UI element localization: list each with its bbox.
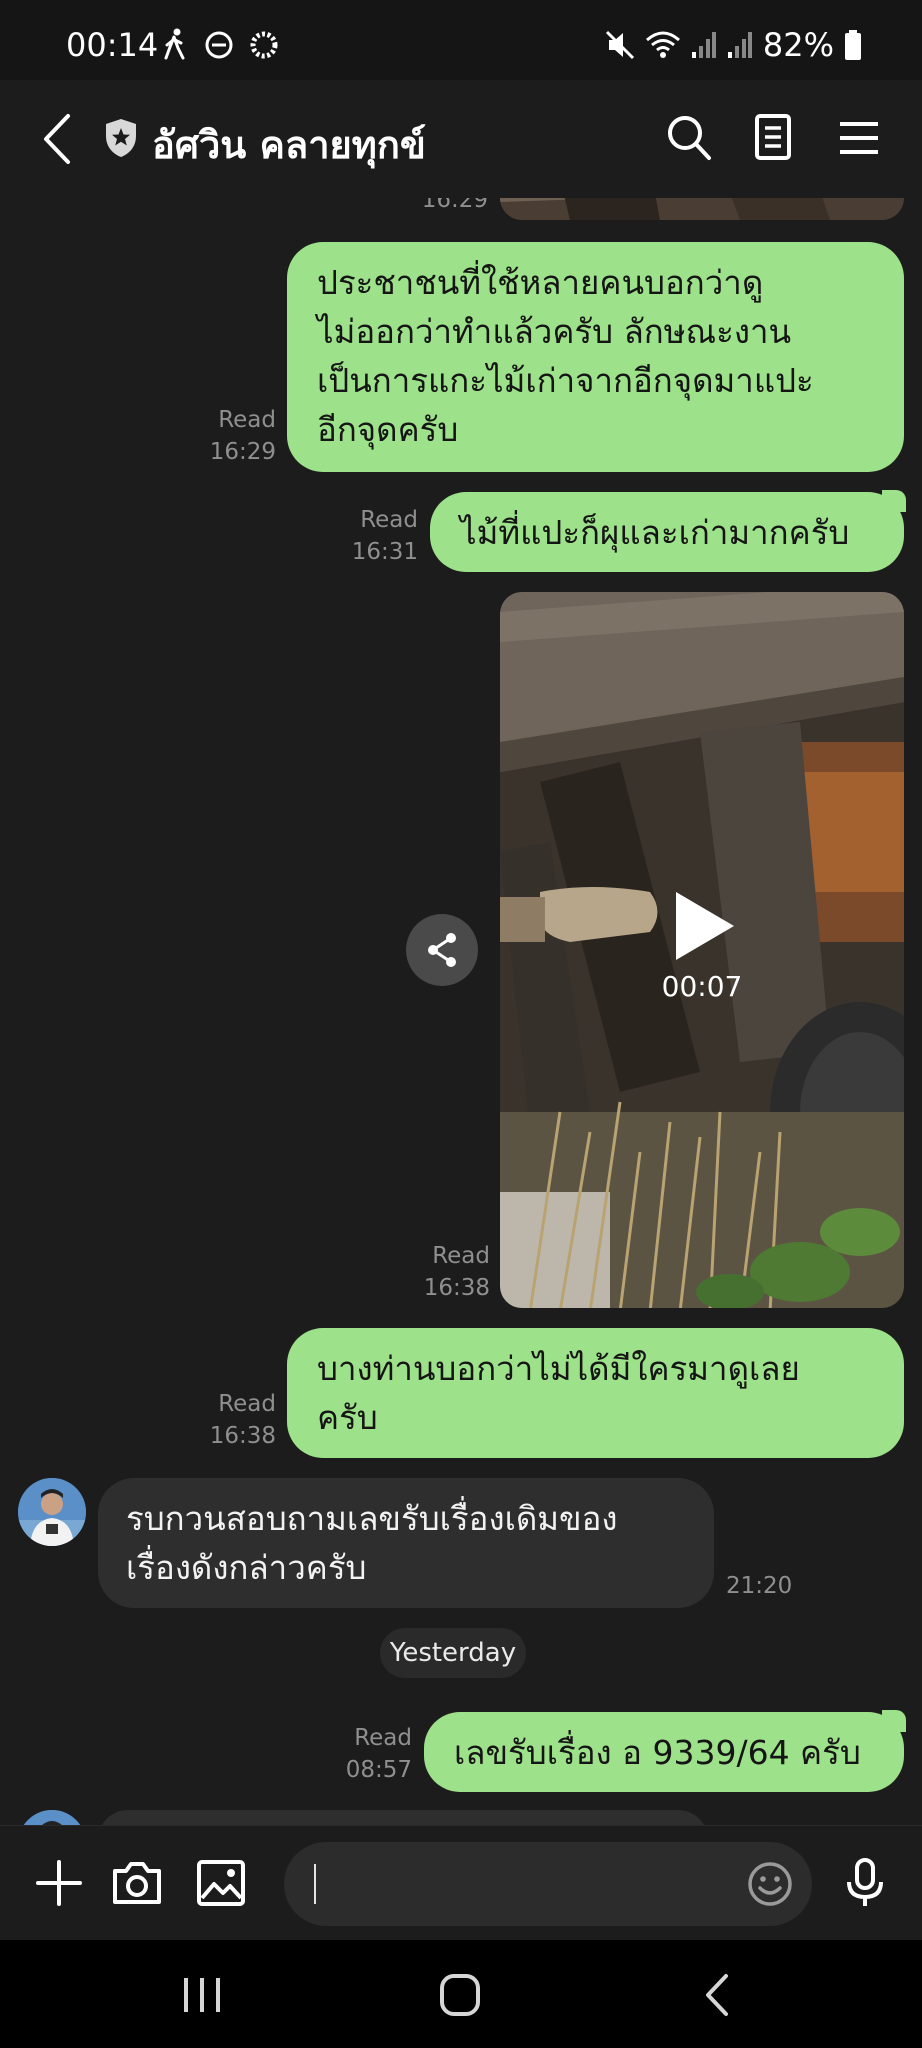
- message-time: 08:57: [345, 1757, 412, 1783]
- search-icon[interactable]: [664, 112, 714, 164]
- chat-area[interactable]: 16:29 ประชาชนที่ใช้หลายคนบอกว่าดู ไม่ออก…: [0, 198, 922, 1825]
- message-input[interactable]: [284, 1842, 812, 1926]
- message-meta: Read 08:57: [312, 1722, 412, 1786]
- emoji-icon[interactable]: [746, 1860, 794, 1908]
- signal-icon: [691, 32, 716, 58]
- message-meta: Read 16:31: [318, 504, 418, 568]
- chat-screen: 00:14 82% อัศวิน คลายทุกข์ 16:29 ประชาชน…: [0, 0, 922, 2048]
- date-separator: Yesterday: [380, 1628, 526, 1678]
- message-bubble-outgoing[interactable]: บางท่านบอกว่าไม่ได้มีใครมาดูเลย ครับ: [287, 1328, 904, 1458]
- message-meta: Read 16:38: [390, 1240, 490, 1304]
- partial-image-above[interactable]: [500, 198, 904, 220]
- read-status: Read: [218, 407, 276, 433]
- do-not-disturb-icon: [205, 31, 233, 59]
- read-status: Read: [354, 1725, 412, 1751]
- read-status: Read: [432, 1243, 490, 1269]
- message-line: เรื่องดังกล่าวครับ: [126, 1548, 367, 1587]
- message-time: 16:38: [423, 1275, 490, 1301]
- message-meta: 21:20: [726, 1570, 826, 1602]
- notes-icon[interactable]: [748, 112, 798, 164]
- avatar-image: [18, 1478, 86, 1546]
- status-left-icons: [160, 28, 280, 62]
- read-status: Read: [360, 507, 418, 533]
- message-time: 16:29: [209, 439, 276, 465]
- message-line: เลขรับเรื่อง อ 9339/64 ครับ: [454, 1733, 861, 1772]
- input-bar: [0, 1825, 922, 1940]
- message-bubble-outgoing[interactable]: ไม้ที่แปะก็ผุและเก่ามากครับ: [430, 490, 906, 572]
- avatar[interactable]: [18, 1478, 86, 1546]
- message-bubble-outgoing[interactable]: เลขรับเรื่อง อ 9339/64 ครับ: [424, 1710, 906, 1792]
- message-meta: Read 16:38: [176, 1388, 276, 1452]
- chat-header: อัศวิน คลายทุกข์: [0, 80, 922, 198]
- sync-icon: [250, 31, 278, 59]
- battery-percent: 82%: [762, 26, 834, 64]
- wifi-icon: [645, 31, 680, 58]
- message-line: เป็นการแกะไม้เก่าจากอีกจุดมาแปะ: [317, 361, 814, 400]
- message-line: รบกวนสอบถามเลขรับเรื่องเดิมของ: [126, 1499, 618, 1538]
- message-line: ครับ: [317, 1398, 378, 1437]
- message-time: 21:20: [726, 1573, 793, 1599]
- system-nav-bar: [0, 1940, 922, 2048]
- shield-icon: [106, 119, 136, 157]
- message-line: ไม่ออกว่าทำแล้วครับ ลักษณะงาน: [317, 312, 792, 351]
- plus-icon[interactable]: [32, 1856, 86, 1910]
- message-time: 16:38: [209, 1423, 276, 1449]
- play-icon[interactable]: [672, 890, 736, 962]
- battery-icon: [845, 30, 861, 60]
- partial-message-bubble-incoming[interactable]: [98, 1810, 708, 1825]
- recent-apps-icon[interactable]: [172, 1970, 232, 2020]
- back-icon[interactable]: [38, 110, 78, 168]
- image-icon[interactable]: [194, 1856, 248, 1910]
- message-line: อีกจุดครับ: [317, 410, 459, 449]
- read-status: Read: [218, 1391, 276, 1417]
- message-line: บางท่านบอกว่าไม่ได้มีใครมาดูเลย: [317, 1349, 800, 1388]
- text-caret: [314, 1864, 316, 1904]
- share-button[interactable]: [406, 914, 478, 986]
- video-message[interactable]: 00:07: [500, 592, 904, 1308]
- walking-icon: [164, 28, 185, 60]
- status-time: 00:14: [66, 26, 159, 64]
- message-time: 16:31: [351, 539, 418, 565]
- status-bar: 00:14 82%: [0, 0, 922, 80]
- message-line: ไม้ที่แปะก็ผุและเก่ามากครับ: [460, 513, 850, 552]
- video-duration: 00:07: [661, 970, 743, 1003]
- avatar-image: [18, 1810, 86, 1825]
- menu-icon[interactable]: [834, 112, 884, 164]
- message-line: ประชาชนที่ใช้หลายคนบอกว่าดู: [317, 263, 764, 302]
- status-right: 82%: [605, 26, 862, 64]
- message-meta: Read 16:29: [176, 404, 276, 468]
- camera-icon[interactable]: [110, 1856, 164, 1910]
- avatar[interactable]: [18, 1810, 86, 1825]
- home-icon[interactable]: [430, 1970, 490, 2020]
- share-icon: [428, 933, 456, 967]
- mute-icon: [605, 30, 634, 60]
- microphone-icon[interactable]: [838, 1856, 892, 1910]
- message-bubble-incoming[interactable]: รบกวนสอบถามเลขรับเรื่องเดิมของ เรื่องดัง…: [98, 1478, 714, 1608]
- chat-title[interactable]: อัศวิน คลายทุกข์: [152, 114, 426, 175]
- back-icon[interactable]: [688, 1970, 748, 2020]
- partial-time-above: 16:29: [421, 198, 488, 213]
- message-bubble-outgoing[interactable]: ประชาชนที่ใช้หลายคนบอกว่าดู ไม่ออกว่าทำแ…: [287, 242, 904, 472]
- signal-icon: [727, 32, 752, 58]
